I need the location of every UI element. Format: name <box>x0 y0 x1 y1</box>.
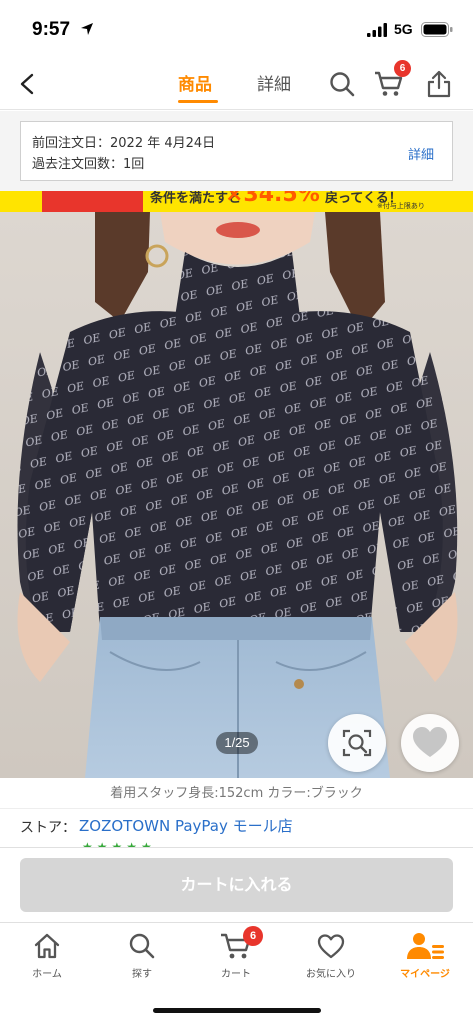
tab-search[interactable]: 探す <box>97 931 187 987</box>
search-icon[interactable] <box>328 70 356 98</box>
active-tab-indicator <box>178 100 218 103</box>
home-indicator <box>153 1008 321 1013</box>
tab-cart[interactable]: 6 カート <box>191 926 281 987</box>
heart-icon <box>317 934 345 959</box>
search-icon <box>129 933 155 959</box>
tab-cart-label: カート <box>221 969 251 980</box>
favorite-button[interactable] <box>401 714 459 772</box>
order-info-card: 前回注文日：2022 年 4月24日 過去注文回数：1回 詳細 <box>20 121 453 181</box>
tab-home-label: ホーム <box>32 969 62 980</box>
tab-detail[interactable]: 詳細 <box>257 70 291 95</box>
share-icon[interactable] <box>426 70 452 98</box>
promo-banner[interactable]: 条件を満たすと ×34.5% 戻ってくる！ ※付与上限あり <box>0 191 473 212</box>
person-icon <box>407 933 444 959</box>
past-order-count: 過去注文回数：1回 <box>32 157 145 172</box>
tab-product[interactable]: 商品 <box>178 70 212 95</box>
image-counter: 1/25 <box>216 732 258 754</box>
tab-mypage-label: マイページ <box>400 969 450 980</box>
banner-note: ※付与上限あり <box>377 202 425 210</box>
tab-search-label: 探す <box>132 969 152 980</box>
tab-home[interactable]: ホーム <box>2 931 92 987</box>
staff-caption: 着用スタッフ身長:152cm カラー:ブラック <box>0 779 473 809</box>
banner-badge <box>42 191 143 212</box>
product-image[interactable]: OE <box>0 212 473 778</box>
status-time: 9:57 <box>32 19 71 40</box>
home-icon <box>34 933 60 959</box>
last-order-date: 前回注文日：2022 年 4月24日 <box>32 136 216 151</box>
order-detail-link[interactable]: 詳細 <box>408 144 434 163</box>
status-bar: 9:57 5G <box>0 0 473 60</box>
network-label: 5G <box>394 21 413 37</box>
tab-favorites[interactable]: お気に入り <box>286 931 376 987</box>
store-link[interactable]: ZOZOTOWN PayPay モール店 <box>79 815 293 836</box>
tab-cart-badge: 6 <box>243 926 263 946</box>
battery-icon <box>421 22 453 37</box>
location-arrow-icon <box>81 23 93 35</box>
banner-highlight: ×34.5% <box>225 191 320 207</box>
order-info-section: 前回注文日：2022 年 4月24日 過去注文回数：1回 詳細 <box>0 111 473 191</box>
image-search-button[interactable] <box>328 714 386 772</box>
tab-favorites-label: お気に入り <box>306 969 356 980</box>
back-chevron-icon[interactable] <box>16 72 40 96</box>
product-photo: OE <box>0 212 473 778</box>
add-to-cart-button[interactable]: カートに入れる <box>20 858 453 912</box>
add-to-cart-area: カートに入れる <box>0 847 473 922</box>
signal-icon <box>367 23 387 37</box>
store-label: ストア： <box>20 820 76 836</box>
heart-icon <box>413 727 447 757</box>
cart-count-badge: 6 <box>394 60 411 77</box>
tab-mypage[interactable]: マイページ <box>380 931 470 987</box>
nav-bar: 商品 詳細 6 <box>0 60 473 110</box>
image-search-icon <box>342 729 372 757</box>
store-row: ストア： ZOZOTOWN PayPay モール店 <box>0 810 473 842</box>
